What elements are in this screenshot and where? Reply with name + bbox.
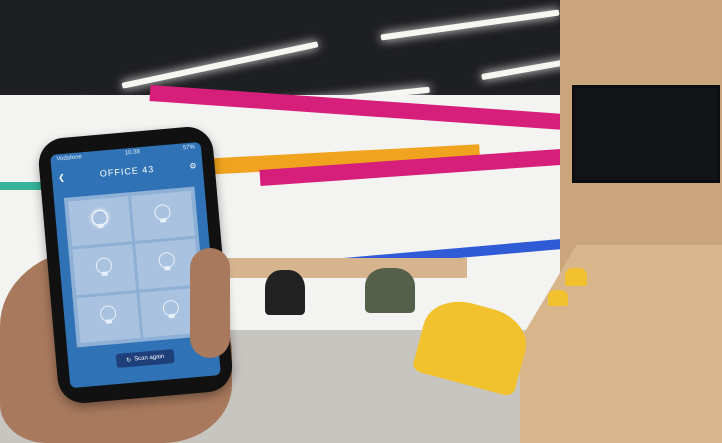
light-tile[interactable] <box>76 292 141 344</box>
fingers <box>190 248 230 358</box>
gear-icon[interactable]: ⚙ <box>189 161 197 171</box>
light-grid <box>63 186 208 348</box>
chevron-left-icon[interactable]: ❮ <box>58 172 65 182</box>
refresh-icon: ↻ <box>126 357 132 364</box>
scan-again-label: Scan again <box>133 353 165 363</box>
battery-label: 57% <box>182 144 196 152</box>
room-title: OFFICE 43 <box>99 164 155 179</box>
office-scene: Vodafone 10:38 57% ❮ OFFICE 43 ⚙ ↻ Scan … <box>0 0 722 443</box>
light-tile[interactable] <box>130 190 195 242</box>
lightbulb-icon <box>153 203 172 221</box>
scan-again-button[interactable]: ↻ Scan again <box>115 349 175 369</box>
clock-label: 10:38 <box>124 149 141 157</box>
stool-black <box>265 270 305 315</box>
high-table <box>205 258 467 278</box>
chair-yellow <box>565 268 587 286</box>
lightbulb-icon <box>95 257 113 275</box>
chair-yellow <box>548 290 568 306</box>
lightbulb-icon <box>162 299 180 318</box>
lightbulb-icon <box>158 251 176 269</box>
lightbulb-icon <box>91 208 109 227</box>
wall-tv <box>572 85 720 183</box>
light-tile[interactable] <box>72 244 137 295</box>
lightbulb-icon <box>99 305 117 323</box>
light-tile[interactable] <box>68 196 132 247</box>
carrier-label: Vodafone <box>56 154 83 163</box>
stool-olive <box>365 268 415 313</box>
